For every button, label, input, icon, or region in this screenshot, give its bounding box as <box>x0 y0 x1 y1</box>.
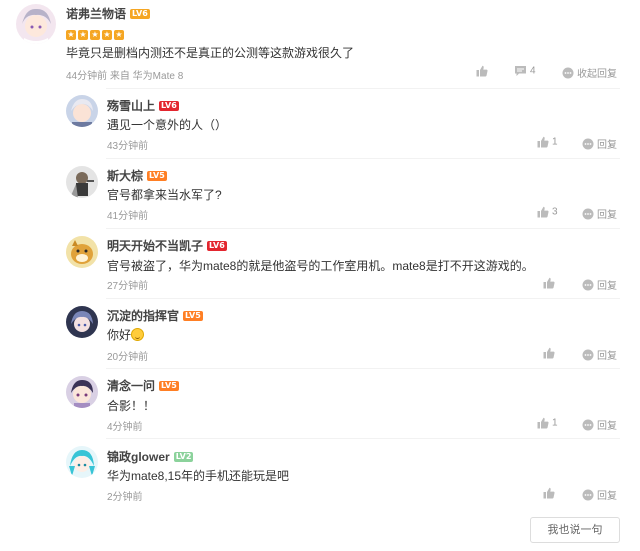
reply-username-text[interactable]: 沉淀的指挥官 <box>107 309 179 323</box>
reply-button[interactable]: 回复 <box>582 347 617 362</box>
reply-username[interactable]: 锦政glower LV2 <box>107 448 194 465</box>
reply-label: 回复 <box>597 140 617 151</box>
reply-icon <box>582 208 594 219</box>
reply-avatar[interactable] <box>66 446 98 478</box>
reply-label: 回复 <box>597 491 617 502</box>
thumbs-up-icon <box>543 347 555 359</box>
reply-avatar[interactable] <box>66 166 98 198</box>
reply-time: 20分钟前 <box>107 352 149 363</box>
thumbs-up-icon <box>476 65 488 77</box>
level-badge: LV6 <box>130 9 150 19</box>
star-icon: ★ <box>90 30 100 40</box>
main-comment-count-button[interactable]: 4 <box>514 65 536 77</box>
add-reply-button[interactable]: 我也说一句 <box>530 517 620 543</box>
level-badge: LV6 <box>207 241 227 251</box>
main-comment-meta: 44分钟前 来自 华为Mate 8 <box>66 71 184 82</box>
reply-time: 41分钟前 <box>107 211 149 222</box>
rating-stars: ★ ★ ★ ★ ★ <box>66 24 126 42</box>
level-badge: LV5 <box>159 381 179 391</box>
level-badge: LV2 <box>173 452 194 462</box>
reply-avatar[interactable] <box>66 236 98 268</box>
reply-username[interactable]: 清念一问 LV5 <box>107 377 179 394</box>
reply-username-text[interactable]: 斯大棕 <box>107 169 143 183</box>
collapse-label: 收起回复 <box>577 69 617 80</box>
divider <box>106 228 620 229</box>
reply-label: 回复 <box>597 351 617 362</box>
smile-emoji-icon <box>131 328 145 341</box>
thumbs-up-icon <box>543 277 555 289</box>
reply-icon <box>582 279 594 290</box>
divider <box>106 158 620 159</box>
like-count: 1 <box>552 417 558 429</box>
reply-like-button[interactable]: 1 <box>537 417 558 429</box>
star-icon: ★ <box>114 30 124 40</box>
reply-like-button[interactable]: 3 <box>537 206 558 218</box>
star-icon: ★ <box>78 30 88 40</box>
reply-avatar[interactable] <box>66 95 98 127</box>
reply-button[interactable]: 回复 <box>582 417 617 432</box>
reply-button[interactable]: 回复 <box>582 136 617 151</box>
like-count: 3 <box>552 206 558 218</box>
reply-text-content: 你好 <box>107 328 132 342</box>
reply-like-button[interactable] <box>543 487 558 499</box>
star-icon: ★ <box>66 30 76 40</box>
reply-time: 27分钟前 <box>107 281 149 292</box>
main-avatar[interactable] <box>16 4 56 44</box>
collapse-replies-button[interactable]: 收起回复 <box>562 65 617 80</box>
reply-like-button[interactable] <box>543 277 558 289</box>
reply-button[interactable]: 回复 <box>582 206 617 221</box>
thumbs-up-icon <box>537 417 549 429</box>
reply-icon <box>582 349 594 360</box>
reply-username-text[interactable]: 殇雪山上 <box>107 99 155 113</box>
main-username-text[interactable]: 诺弗兰物语 <box>66 7 126 21</box>
reply-username-text[interactable]: 明天开始不当凯子 <box>107 239 203 253</box>
divider <box>106 88 620 89</box>
divider <box>106 298 620 299</box>
reply-text: 官号被盗了，华为mate8的就是他盗号的工作室用机。mate8是打不开这游戏的。 <box>107 259 534 273</box>
reply-username[interactable]: 明天开始不当凯子 LV6 <box>107 237 227 254</box>
reply-avatar[interactable] <box>66 306 98 338</box>
reply-label: 回复 <box>597 281 617 292</box>
reply-icon <box>582 489 594 500</box>
main-comment-text: 毕竟只是删档内测还不是真正的公测等这款游戏很久了 <box>66 46 355 60</box>
divider <box>106 438 620 439</box>
comment-icon <box>515 66 526 76</box>
divider <box>106 368 620 369</box>
reply-label: 回复 <box>597 210 617 221</box>
reply-icon <box>582 419 594 430</box>
like-count: 1 <box>552 136 558 148</box>
star-icon: ★ <box>102 30 112 40</box>
reply-icon <box>562 67 574 78</box>
reply-text: 遇见一个意外的人（） <box>107 118 228 132</box>
level-badge: LV6 <box>159 101 179 111</box>
reply-label: 回复 <box>597 421 617 432</box>
reply-username[interactable]: 殇雪山上 LV6 <box>107 97 179 114</box>
thumbs-up-icon <box>537 206 549 218</box>
reply-time: 43分钟前 <box>107 141 149 152</box>
reply-time: 4分钟前 <box>107 422 143 433</box>
reply-username-text[interactable]: 锦政glower <box>107 450 170 464</box>
reply-like-button[interactable] <box>543 347 558 359</box>
reply-text: 合影！！ <box>107 399 156 413</box>
reply-avatar[interactable] <box>66 376 98 408</box>
main-like-button[interactable] <box>476 65 491 77</box>
reply-text: 官号都拿来当水军了? <box>107 188 222 202</box>
reply-button[interactable]: 回复 <box>582 487 617 502</box>
thumbs-up-icon <box>543 487 555 499</box>
reply-username[interactable]: 沉淀的指挥官 LV5 <box>107 307 203 324</box>
reply-time: 2分钟前 <box>107 492 143 503</box>
reply-username-text[interactable]: 清念一问 <box>107 379 155 393</box>
thumbs-up-icon <box>537 136 549 148</box>
reply-text: 华为mate8,15年的手机还能玩是吧 <box>107 469 290 483</box>
level-badge: LV5 <box>183 311 203 321</box>
level-badge: LV5 <box>147 171 167 181</box>
reply-button[interactable]: 回复 <box>582 277 617 292</box>
main-reply-count: 4 <box>530 65 536 77</box>
main-username[interactable]: 诺弗兰物语 LV6 <box>66 5 150 22</box>
reply-like-button[interactable]: 1 <box>537 136 558 148</box>
reply-icon <box>582 138 594 149</box>
reply-text: 你好 <box>107 326 145 343</box>
reply-username[interactable]: 斯大棕 LV5 <box>107 167 167 184</box>
